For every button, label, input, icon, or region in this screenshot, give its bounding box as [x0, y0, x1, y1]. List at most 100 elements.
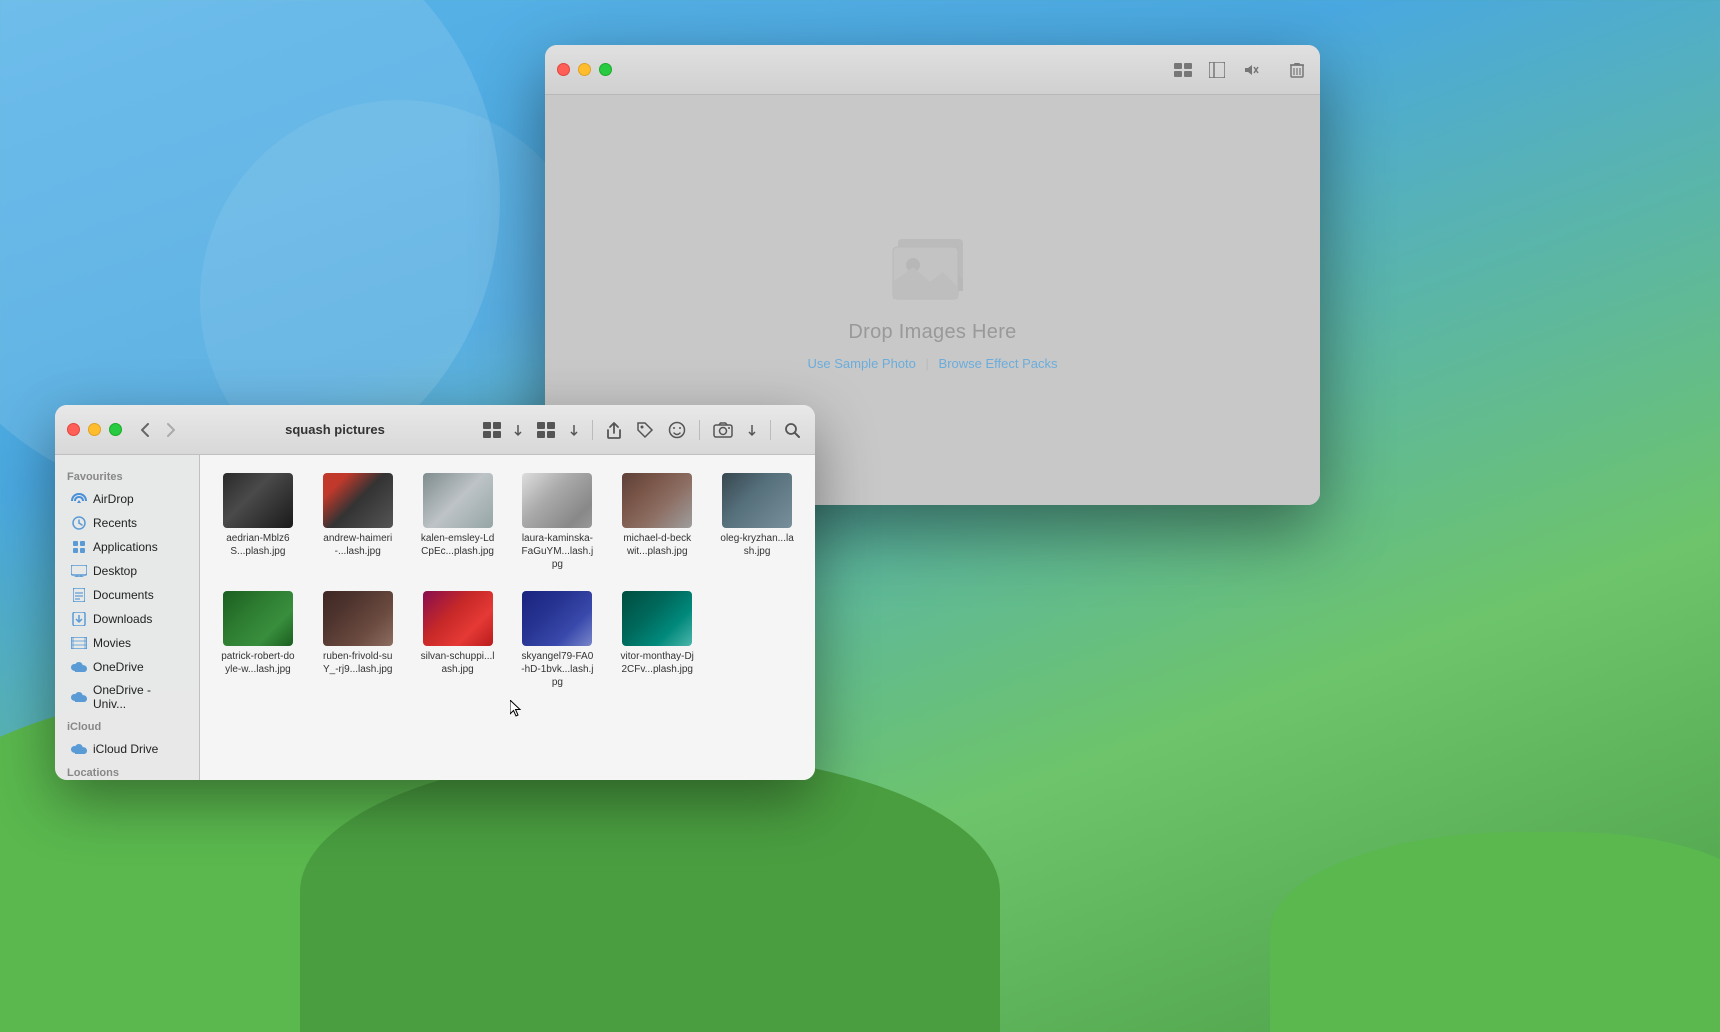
drop-text: Drop Images Here: [848, 321, 1016, 344]
image-app-trash-icon[interactable]: [1286, 59, 1308, 81]
onedrive-icon: [71, 659, 87, 675]
file-thumb-6: [722, 473, 792, 528]
airdrop-icon: [71, 491, 87, 507]
file-thumb-7: [223, 591, 293, 646]
image-app-maximize-button[interactable]: [599, 63, 612, 76]
empty-space: [212, 695, 803, 755]
desktop-icon: [71, 563, 87, 579]
file-thumb-10: [522, 591, 592, 646]
file-name-4: laura-kaminska-FaGuYM...lash.jpg: [520, 532, 595, 571]
sidebar-item-icloud-drive[interactable]: iCloud Drive: [59, 737, 195, 761]
sidebar-item-recents[interactable]: Recents: [59, 511, 195, 535]
recents-icon: [71, 515, 87, 531]
nav-arrows: [134, 419, 182, 441]
file-thumb-2: [323, 473, 393, 528]
hill-3: [1270, 832, 1720, 1032]
file-name-5: michael-d-beckwit...plash.jpg: [620, 532, 695, 558]
finder-content: aedrian-Mblz6S...plash.jpg andrew-haimer…: [200, 455, 815, 780]
file-item-11[interactable]: vitor-monthay-Dj2CFv...plash.jpg: [611, 585, 703, 695]
sidebar-item-applications[interactable]: Applications: [59, 535, 195, 559]
toolbar-separator-1: [592, 420, 593, 440]
list-view-button[interactable]: [534, 419, 562, 441]
sidebar-item-airdrop[interactable]: AirDrop: [59, 487, 195, 511]
sidebar-item-airdrop-label: AirDrop: [93, 492, 134, 506]
file-item-9[interactable]: silvan-schuppi...lash.jpg: [412, 585, 504, 695]
camera-options-button[interactable]: [744, 420, 760, 440]
view-list-group: [534, 419, 582, 441]
downloads-icon: [71, 611, 87, 627]
list-view-options-button[interactable]: [566, 420, 582, 440]
movies-icon: [71, 635, 87, 651]
sidebar-item-recents-label: Recents: [93, 516, 137, 530]
files-grid: aedrian-Mblz6S...plash.jpg andrew-haimer…: [212, 467, 803, 695]
tag-button[interactable]: [633, 418, 657, 442]
view-options-button[interactable]: [510, 420, 526, 440]
file-item-8[interactable]: ruben-frivold-suY_-rj9...lash.jpg: [312, 585, 404, 695]
favourites-label: Favourites: [55, 465, 199, 487]
image-app-fullscreen-icon[interactable]: [1206, 59, 1228, 81]
finder-titlebar: squash pictures: [55, 405, 815, 455]
sidebar-item-onedrive[interactable]: OneDrive: [59, 655, 195, 679]
file-thumb-1: [223, 473, 293, 528]
locations-label: Locations: [55, 761, 199, 780]
file-name-11: vitor-monthay-Dj2CFv...plash.jpg: [620, 650, 695, 676]
grid-view-button[interactable]: [480, 419, 506, 441]
documents-icon: [71, 587, 87, 603]
file-name-3: kalen-emsley-LdCpEc...plash.jpg: [420, 532, 495, 558]
file-name-9: silvan-schuppi...lash.jpg: [420, 650, 495, 676]
icloud-drive-icon: [71, 741, 87, 757]
sidebar-item-applications-label: Applications: [93, 540, 158, 554]
file-item-1[interactable]: aedrian-Mblz6S...plash.jpg: [212, 467, 304, 577]
camera-button[interactable]: [710, 419, 736, 441]
browse-packs-link[interactable]: Browse Effect Packs: [939, 356, 1058, 371]
image-app-close-button[interactable]: [557, 63, 570, 76]
image-app-minimize-button[interactable]: [578, 63, 591, 76]
share-button[interactable]: [603, 418, 625, 442]
file-name-6: oleg-kryzhan...lash.jpg: [720, 532, 795, 558]
file-item-6[interactable]: oleg-kryzhan...lash.jpg: [711, 467, 803, 577]
image-app-layout-icon[interactable]: [1172, 59, 1194, 81]
drop-links: Use Sample Photo | Browse Effect Packs: [807, 356, 1057, 371]
file-thumb-11: [622, 591, 692, 646]
file-thumb-9: [423, 591, 493, 646]
emoji-button[interactable]: [665, 418, 689, 442]
file-item-2[interactable]: andrew-haimeri-...lash.jpg: [312, 467, 404, 577]
sidebar-item-documents[interactable]: Documents: [59, 583, 195, 607]
finder-body: Favourites AirDrop Recents Applications: [55, 455, 815, 780]
sidebar-item-movies-label: Movies: [93, 636, 131, 650]
image-app-mute-icon[interactable]: [1240, 59, 1262, 81]
sidebar-item-documents-label: Documents: [93, 588, 154, 602]
file-item-4[interactable]: laura-kaminska-FaGuYM...lash.jpg: [512, 467, 604, 577]
applications-icon: [71, 539, 87, 555]
toolbar-separator-2: [699, 420, 700, 440]
sidebar-item-downloads[interactable]: Downloads: [59, 607, 195, 631]
file-item-10[interactable]: skyangel79-FA0-hD-1bvk...lash.jpg: [512, 585, 604, 695]
file-item-7[interactable]: patrick-robert-doyle-w...lash.jpg: [212, 585, 304, 695]
toolbar-separator-3: [770, 420, 771, 440]
sidebar-item-onedrive-label: OneDrive: [93, 660, 144, 674]
sidebar-item-desktop[interactable]: Desktop: [59, 559, 195, 583]
sidebar-item-icloud-drive-label: iCloud Drive: [93, 742, 158, 756]
file-name-10: skyangel79-FA0-hD-1bvk...lash.jpg: [520, 650, 595, 689]
file-item-5[interactable]: michael-d-beckwit...plash.jpg: [611, 467, 703, 577]
hill-2: [300, 752, 1000, 1032]
file-name-7: patrick-robert-doyle-w...lash.jpg: [220, 650, 295, 676]
file-thumb-3: [423, 473, 493, 528]
forward-button[interactable]: [160, 419, 182, 441]
use-sample-link[interactable]: Use Sample Photo: [807, 356, 915, 371]
sidebar-item-onedrive-univ-label: OneDrive - Univ...: [93, 683, 183, 711]
file-name-1: aedrian-Mblz6S...plash.jpg: [220, 532, 295, 558]
sidebar-item-onedrive-univ[interactable]: OneDrive - Univ...: [59, 679, 195, 715]
back-button[interactable]: [134, 419, 156, 441]
icloud-label: iCloud: [55, 715, 199, 737]
sidebar: Favourites AirDrop Recents Applications: [55, 455, 200, 780]
file-item-3[interactable]: kalen-emsley-LdCpEc...plash.jpg: [412, 467, 504, 577]
close-button[interactable]: [67, 423, 80, 436]
maximize-button[interactable]: [109, 423, 122, 436]
minimize-button[interactable]: [88, 423, 101, 436]
toolbar-right: [480, 418, 803, 442]
file-name-8: ruben-frivold-suY_-rj9...lash.jpg: [320, 650, 395, 676]
image-app-titlebar: [545, 45, 1320, 95]
search-button[interactable]: [781, 419, 803, 441]
sidebar-item-movies[interactable]: Movies: [59, 631, 195, 655]
